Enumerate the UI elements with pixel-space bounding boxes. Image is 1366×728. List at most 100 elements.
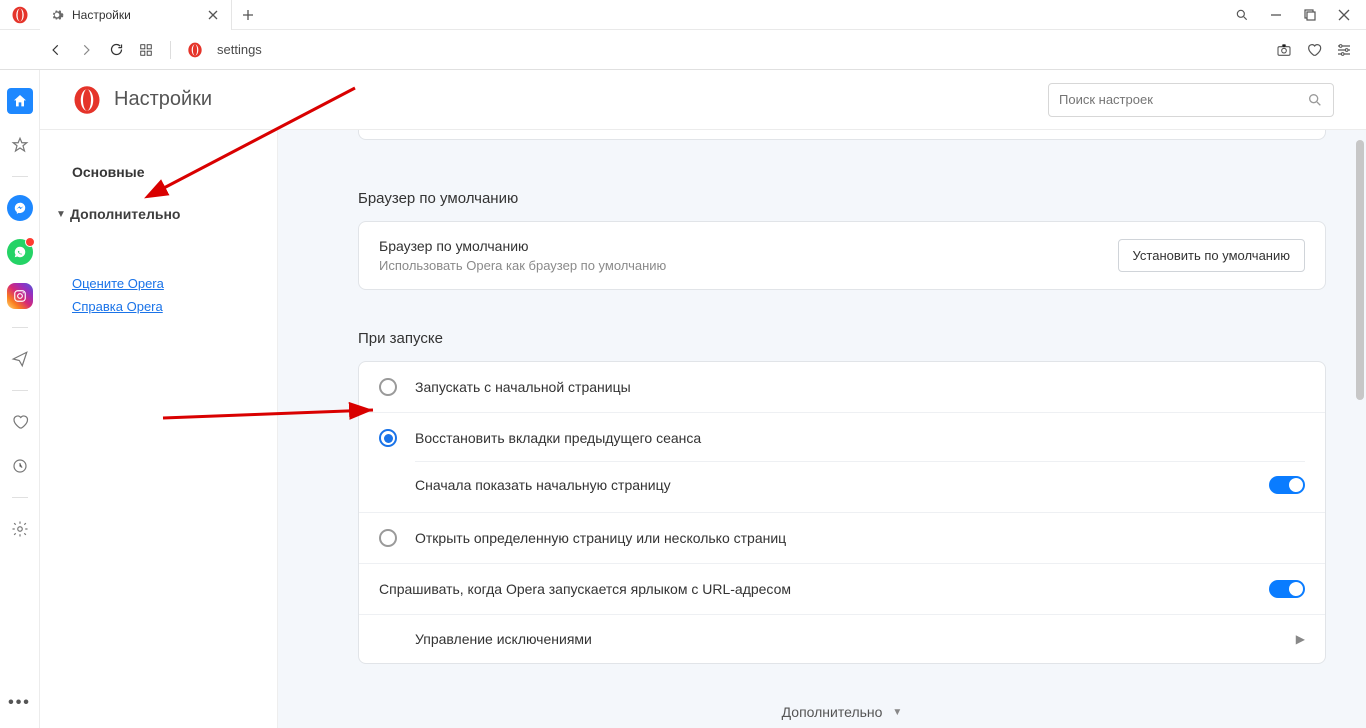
rail-bookmarks[interactable]	[7, 132, 33, 158]
plus-icon	[242, 9, 254, 21]
caret-down-icon: ▼	[892, 707, 902, 718]
radio-icon	[379, 529, 397, 547]
startup-ask-url-label: Спрашивать, когда Opera запускается ярлы…	[379, 581, 791, 597]
section-on-startup: При запуске	[358, 330, 1326, 347]
row-default-browser: Браузер по умолчанию Использовать Opera …	[359, 222, 1325, 289]
tab-settings[interactable]: Настройки	[40, 0, 232, 30]
toggle-on-icon[interactable]	[1269, 476, 1305, 494]
rail-separator	[12, 327, 28, 328]
messenger-icon	[13, 201, 27, 215]
scrollbar-thumb[interactable]	[1356, 140, 1364, 400]
opera-icon	[11, 6, 29, 24]
nav-advanced-label: Дополнительно	[70, 206, 180, 222]
close-icon	[208, 10, 218, 20]
opera-icon	[72, 85, 102, 115]
startup-option-2-label: Восстановить вкладки предыдущего сеанса	[415, 430, 701, 446]
easy-setup-button[interactable]	[1336, 42, 1352, 58]
settings-header: Настройки	[40, 70, 1366, 130]
rail-flow[interactable]	[7, 346, 33, 372]
page-title: Настройки	[114, 88, 212, 111]
heart-icon	[1306, 42, 1322, 58]
snapshot-button[interactable]	[1276, 42, 1292, 58]
rail-home[interactable]	[7, 88, 33, 114]
content-more-label: Дополнительно	[782, 704, 883, 720]
startup-option-3-label: Открыть определенную страницу или нескол…	[415, 530, 786, 546]
search-icon	[1307, 92, 1323, 108]
rail-history[interactable]	[7, 453, 33, 479]
nav-basic-label: Основные	[72, 164, 145, 180]
startup-option-3[interactable]: Открыть определенную страницу или нескол…	[359, 512, 1325, 563]
whatsapp-icon	[13, 245, 27, 259]
grid-icon	[139, 43, 153, 57]
rail-settings[interactable]	[7, 516, 33, 542]
settings-search-input[interactable]	[1059, 92, 1299, 107]
settings-body: Основные ▼ Дополнительно Оцените Opera Сп…	[40, 130, 1366, 728]
rail-personal[interactable]	[7, 409, 33, 435]
reload-icon	[109, 42, 124, 57]
startup-option-2[interactable]: Восстановить вкладки предыдущего сеанса	[379, 429, 1305, 447]
rail-more-button[interactable]: •••	[8, 694, 31, 712]
caret-down-icon: ▼	[56, 209, 66, 220]
tab-close-button[interactable]	[205, 7, 221, 23]
radio-icon	[379, 378, 397, 396]
startup-ask-url[interactable]: Спрашивать, когда Opera запускается ярлы…	[359, 563, 1325, 614]
back-button[interactable]	[48, 42, 64, 58]
window-minimize[interactable]	[1268, 7, 1284, 23]
card-on-startup: Запускать с начальной страницы Восстанов…	[358, 361, 1326, 664]
speed-dial-button[interactable]	[138, 42, 154, 58]
chevron-left-icon	[49, 43, 63, 57]
nav-rate-link[interactable]: Оцените Opera	[40, 276, 277, 291]
gear-icon	[50, 8, 64, 22]
opera-menu-button[interactable]	[0, 6, 40, 24]
toolbar: settings	[0, 30, 1366, 70]
heart-icon	[11, 413, 29, 431]
window-close[interactable]	[1336, 7, 1352, 23]
startup-option-1[interactable]: Запускать с начальной страницы	[359, 362, 1325, 412]
settings-search[interactable]	[1048, 83, 1334, 117]
camera-icon	[1276, 42, 1292, 58]
new-tab-button[interactable]	[232, 9, 264, 21]
app-body: ••• Настройки Основные ▼ Дополнительно Оц…	[0, 70, 1366, 728]
rail-separator	[12, 176, 28, 177]
default-browser-desc: Использовать Opera как браузер по умолча…	[379, 258, 666, 273]
close-icon	[1338, 9, 1350, 21]
set-default-button[interactable]: Установить по умолчанию	[1118, 239, 1305, 272]
settings-content[interactable]: Браузер по умолчанию Браузер по умолчани…	[278, 130, 1366, 728]
rail-messenger[interactable]	[7, 195, 33, 221]
sidebar-rail: •••	[0, 70, 40, 728]
window-controls	[1234, 7, 1366, 23]
rail-instagram[interactable]	[7, 283, 33, 309]
tab-search-button[interactable]	[1234, 7, 1250, 23]
section-default-browser: Браузер по умолчанию	[358, 190, 1326, 207]
nav-help-link[interactable]: Справка Opera	[40, 299, 277, 314]
forward-button[interactable]	[78, 42, 94, 58]
nav-basic[interactable]: Основные	[40, 156, 277, 188]
chevron-right-icon	[79, 43, 93, 57]
startup-exceptions[interactable]: Управление исключениями ▶	[359, 614, 1325, 663]
address-text[interactable]: settings	[217, 42, 262, 57]
minimize-icon	[1270, 9, 1282, 21]
star-icon	[11, 136, 29, 154]
home-icon	[12, 93, 28, 109]
settings-page: Настройки Основные ▼ Дополнительно Оценит…	[40, 70, 1366, 728]
window-maximize[interactable]	[1302, 7, 1318, 23]
instagram-icon	[13, 289, 27, 303]
content-more-button[interactable]: Дополнительно ▼	[358, 664, 1326, 728]
bookmark-button[interactable]	[1306, 42, 1322, 58]
clock-icon	[11, 457, 29, 475]
startup-exceptions-label: Управление исключениями	[379, 631, 592, 647]
tab-title: Настройки	[72, 8, 131, 22]
startup-show-start-first[interactable]: Сначала показать начальную страницу	[415, 461, 1305, 508]
opera-icon	[187, 42, 203, 58]
separator	[170, 41, 171, 59]
toggle-on-icon[interactable]	[1269, 580, 1305, 598]
radio-checked-icon	[379, 429, 397, 447]
nav-advanced[interactable]: ▼ Дополнительно	[40, 198, 277, 230]
rail-whatsapp[interactable]	[7, 239, 33, 265]
reload-button[interactable]	[108, 42, 124, 58]
site-identity-icon[interactable]	[187, 42, 203, 58]
sliders-icon	[1336, 42, 1352, 58]
maximize-icon	[1304, 9, 1316, 21]
card-stub	[358, 130, 1326, 140]
paper-plane-icon	[11, 350, 29, 368]
